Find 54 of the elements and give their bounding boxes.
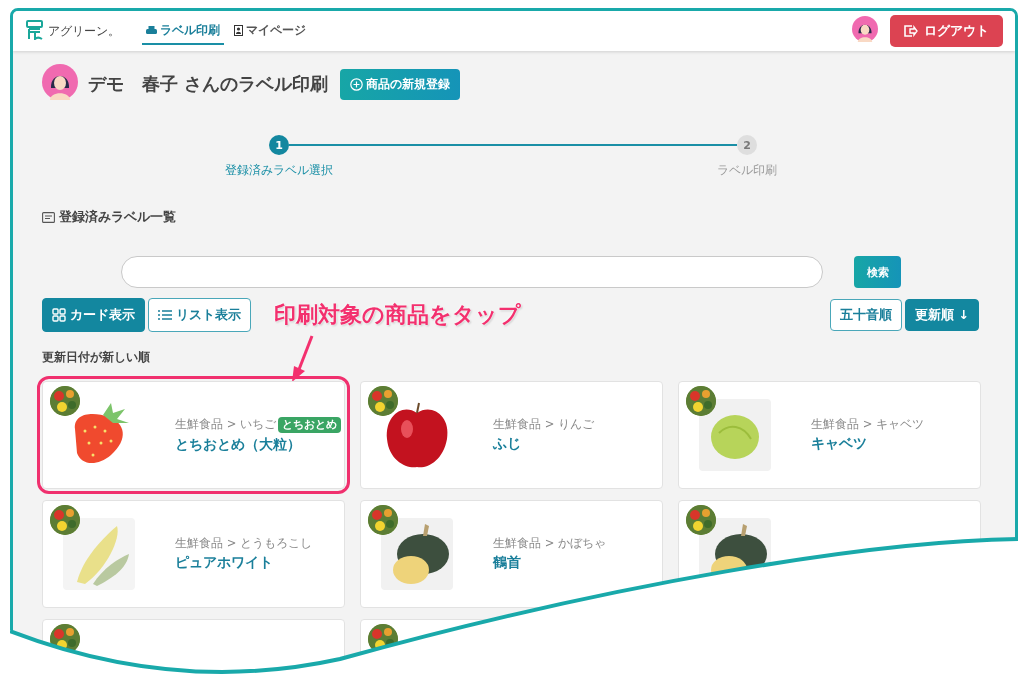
sort-button[interactable]: 五十音順 [830, 299, 903, 331]
page-title: デモ 春子 さんのラベル印刷 [88, 72, 329, 96]
logo-icon [26, 19, 43, 40]
vegetables-badge-photo [686, 505, 716, 535]
grid-icon [52, 308, 66, 322]
user-avatar [852, 16, 878, 42]
view-toggle[interactable]: リスト表示 [148, 298, 251, 332]
category-path: 生鮮食品 > とうもろこし [175, 536, 312, 551]
product-card[interactable]: 生鮮食品 > とうもろこし ピュアホワイト [42, 500, 345, 608]
vegetables-badge-photo [50, 505, 80, 535]
printer-icon [146, 25, 157, 35]
cabbage-photo [699, 399, 771, 471]
product-card[interactable]: 生鮮食品 > りんご ふじ [360, 381, 663, 489]
step-label: 登録済みラベル選択 [225, 163, 333, 178]
pumpkin-photo [381, 518, 453, 590]
plus-circle-icon [350, 77, 364, 91]
sort-caption: 更新日付が新しい順 [42, 349, 151, 366]
vegetables-badge-photo [686, 386, 716, 416]
logout-button[interactable]: ログアウト [890, 15, 1003, 47]
new-product-button[interactable]: 商品の新規登録 [340, 68, 461, 100]
logo-text: アグリーン。 [48, 22, 120, 40]
category-path: 生鮮食品 > キャベツ [811, 417, 924, 432]
nav-tab[interactable]: マイページ [230, 17, 310, 45]
list-card-icon [42, 211, 55, 223]
variety-tag: とちおとめ [277, 416, 341, 433]
step-label: ラベル印刷 [717, 163, 777, 178]
search-field[interactable] [121, 256, 823, 288]
sort-button[interactable]: 更新順 ↓ [905, 299, 979, 331]
product-name: ピュアホワイト [175, 554, 274, 572]
category-path: 生鮮食品 > かぼちゃ [493, 536, 606, 551]
product-card[interactable]: 生鮮食品 > かぼちゃ 鶴首 [360, 500, 663, 608]
annotation-text: 印刷対象の商品をタップ [274, 301, 521, 329]
category-path: 生鮮食品 > いちご [175, 417, 276, 432]
step-number: 1 [269, 135, 289, 155]
vegetables-badge-photo [368, 505, 398, 535]
category-path: 生鮮食品 > りんご [493, 417, 594, 432]
step-number: 2 [737, 135, 757, 155]
logout-icon [904, 25, 918, 37]
list-icon [158, 309, 172, 321]
user-avatar [42, 64, 78, 100]
product-name: 鶴首 [493, 554, 522, 572]
vegetables-badge-photo [50, 386, 80, 416]
product-name: キャベツ [811, 435, 868, 453]
view-toggle[interactable]: カード表示 [42, 298, 145, 332]
section-title: 登録済みラベル一覧 [59, 208, 176, 226]
profile-card-icon [234, 24, 243, 36]
nav-tab[interactable]: ラベル印刷 [142, 17, 224, 45]
search-button[interactable]: 検索 [854, 256, 901, 288]
product-name: ふじ [493, 435, 522, 453]
vegetables-badge-photo [368, 386, 398, 416]
corn-photo [63, 518, 135, 590]
product-name: とちおとめ（大粒） [175, 435, 302, 454]
product-card[interactable]: 生鮮食品 > キャベツ キャベツ [678, 381, 981, 489]
product-card[interactable]: 生鮮食品 > いちご とちおとめ とちおとめ（大粒） [42, 381, 345, 489]
